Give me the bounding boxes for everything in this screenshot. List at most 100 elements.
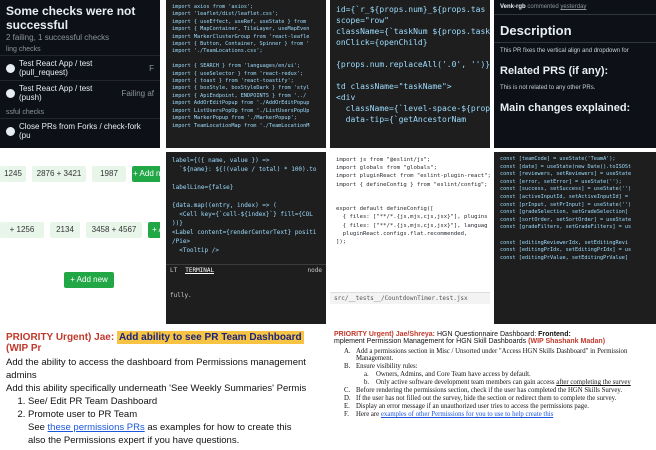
github-icon [6,126,15,136]
value-chip[interactable]: 2876 + 3421 [32,166,86,182]
terminal-output: fully. [170,292,192,299]
checks-panel: Some checks were not successful 2 failin… [0,0,160,148]
code-line: const [success, setSuccess] = useState('… [500,186,632,193]
code-lines: import axios from 'axios'; import 'leafle… [166,0,326,134]
item-text: Add a permissions section in Misc / Unso… [356,348,628,362]
add-new-button[interactable]: + Add ne [132,166,160,182]
item-label: C. [344,387,351,394]
author-link[interactable]: Venk-rgb [500,4,526,10]
see-prefix: See [28,422,48,433]
task-subitem: a. Owners, Admins, and Core Team have acc… [330,371,656,379]
code-line: import axios from 'axios'; [172,4,254,10]
task-line: admins [6,370,37,381]
item-label: E. [344,403,350,410]
check-row[interactable]: Test React App / test (pull_request) F [0,55,160,80]
task-title-line: PRIORITY Urgent) Jae/Shreya: HGN Questio… [330,328,656,348]
value-chip[interactable]: 1987 [92,166,126,182]
task-item: E. Display an error message if an unautho… [330,403,656,411]
code-line: import { toast } from 'react-toastify'; [172,78,294,85]
code-line: import { boxStyle, boxStyleDark } from '… [172,85,310,92]
code-line: className={`taskNum ${props.task [336,27,490,36]
check-row[interactable]: Close PRs from Forks / check-fork (pu [0,118,160,143]
see-suffix: as examples for how to create this [144,422,292,433]
code-line: <Cell key={`cell-${index}`} fill={COL [172,211,313,218]
value-chip[interactable]: 3458 + 4567 [86,222,142,238]
comment-time[interactable]: yesterday [560,4,586,10]
item-label: F. [344,411,349,418]
value-chip[interactable]: + 1256 [0,222,44,238]
value-chip[interactable]: 1245 [0,166,26,182]
code-editor-eslint[interactable]: import js from "@eslint/js"; import globa… [330,152,490,324]
code-line: data-tip={`getAncestorNam [336,115,467,124]
task-item: C. Before rendering the permissions secti… [330,387,656,395]
code-line: labelLine={false} [172,184,234,191]
code-editor-jsx[interactable]: id={`r_${props.num}_${props.tas scope="ro… [330,0,490,148]
subitem-prefix: Only active software development team me… [376,379,557,386]
task-subtitle: mplement Permission Management for HGN S… [334,338,527,345]
success-section-label: ssful checks [6,109,45,116]
priority-label: PRIORITY Urgent) Jae/Shreya: [334,331,436,338]
task-item: F. Here are examples of other Permissions… [330,411,656,419]
code-lines: import js from "@eslint/js"; import globa… [330,152,490,250]
permissions-prs-link[interactable]: these permissions PRs [48,422,145,433]
task-step: Promote user to PR Team [28,408,326,421]
github-icon [6,88,15,98]
code-line: /Pie> [172,238,191,245]
related-heading: Related PRS (if any): [500,65,609,77]
add-button[interactable]: + A [148,222,160,238]
checks-heading: Some checks were not successful [6,4,136,32]
code-line: { files: ["**/*.{js,mjs,cjs,jsx}"], lang… [336,222,488,229]
code-line: import MarkerPopup from './MarkerPopup'; [172,115,297,122]
add-new-button[interactable]: + Add new [64,272,114,288]
tab-left[interactable]: LT [170,267,177,274]
code-editor-imports[interactable]: import axios from 'axios'; import 'leafle… [166,0,326,148]
check-label: Close PRs from Forks / check-fork (pu [19,122,141,140]
item-text: Before rendering the permissions section… [356,387,623,394]
bullet-icon: a. [364,371,369,378]
code-line: const [gradeSelection, setGradeSelection… [500,209,629,216]
bullet-icon: b. [364,379,370,386]
code-line: const [sortOrder, setSortOrder] = useSta… [500,216,632,223]
code-lines: label={({ name, value }) => `${name}: ${… [166,152,326,259]
code-line: ]); [336,239,347,246]
task-title-line: PRIORITY Urgent) Jae: Add ability to see… [0,328,326,356]
task-line: also the Permissions expert if you have … [28,435,240,446]
item-label: B. [344,363,351,370]
check-status: Failing af [121,88,154,98]
code-line: onClick={openChild} [336,38,428,47]
task-document-pr-dashboard: PRIORITY Urgent) Jae: Add ability to see… [0,328,326,450]
code-line: import ListUsersPopUp from './ListUsersP… [172,107,310,114]
subitem-text: Only active software development team me… [376,379,631,386]
code-line: const [activeInputId, setActiveInputId] … [500,193,629,200]
grid-ui-panel: 1245 2876 + 3421 1987 + Add ne + 1256 21… [0,152,160,324]
panel-tabs: LT TERMINAL node [166,264,326,276]
code-line: const [editingPrValue, setEditingPrValue… [500,254,629,261]
code-line: `${name}: ${((value / total) * 100).to [172,166,317,173]
code-line: import { useEffect, useRef, useState } f… [172,18,307,25]
permissions-examples-link[interactable]: examples of other Permissions for you to… [381,411,553,418]
task-step-text: Promote user to PR Team [28,409,138,420]
task-item: A. Add a permissions section in Misc / Un… [330,348,656,363]
code-line: const [editingReviewerIdx, setEditingRev… [500,239,629,246]
pr-description-panel: Venk-rgb commented yesterday Description… [494,0,656,148]
task-line: Add the ability to access the dashboard … [6,357,306,368]
task-item: D. If the user has not filled out the sur… [330,395,656,403]
tab-node[interactable]: node [308,267,322,274]
tab-terminal[interactable]: TERMINAL [185,267,215,274]
wip-label: (WIP Shashank Madan) [528,338,606,345]
item-text: If the user has not filled out the surve… [356,395,617,402]
code-editor-chart[interactable]: label={({ name, value }) => `${name}: ${… [166,152,326,324]
code-lines: id={`r_${props.num}_${props.tas scope="ro… [330,0,490,129]
check-row[interactable]: Test React App / test (push) Failing af [0,80,160,105]
subitem-emphasis: after completing the survey [556,379,631,386]
code-editor-state[interactable]: const [teamCode] = useState('TeamA'); con… [494,152,656,324]
github-icon [6,63,15,73]
task-item: B. Ensure visibility rules: [330,363,656,371]
value-chip[interactable]: 2134 [50,222,80,238]
